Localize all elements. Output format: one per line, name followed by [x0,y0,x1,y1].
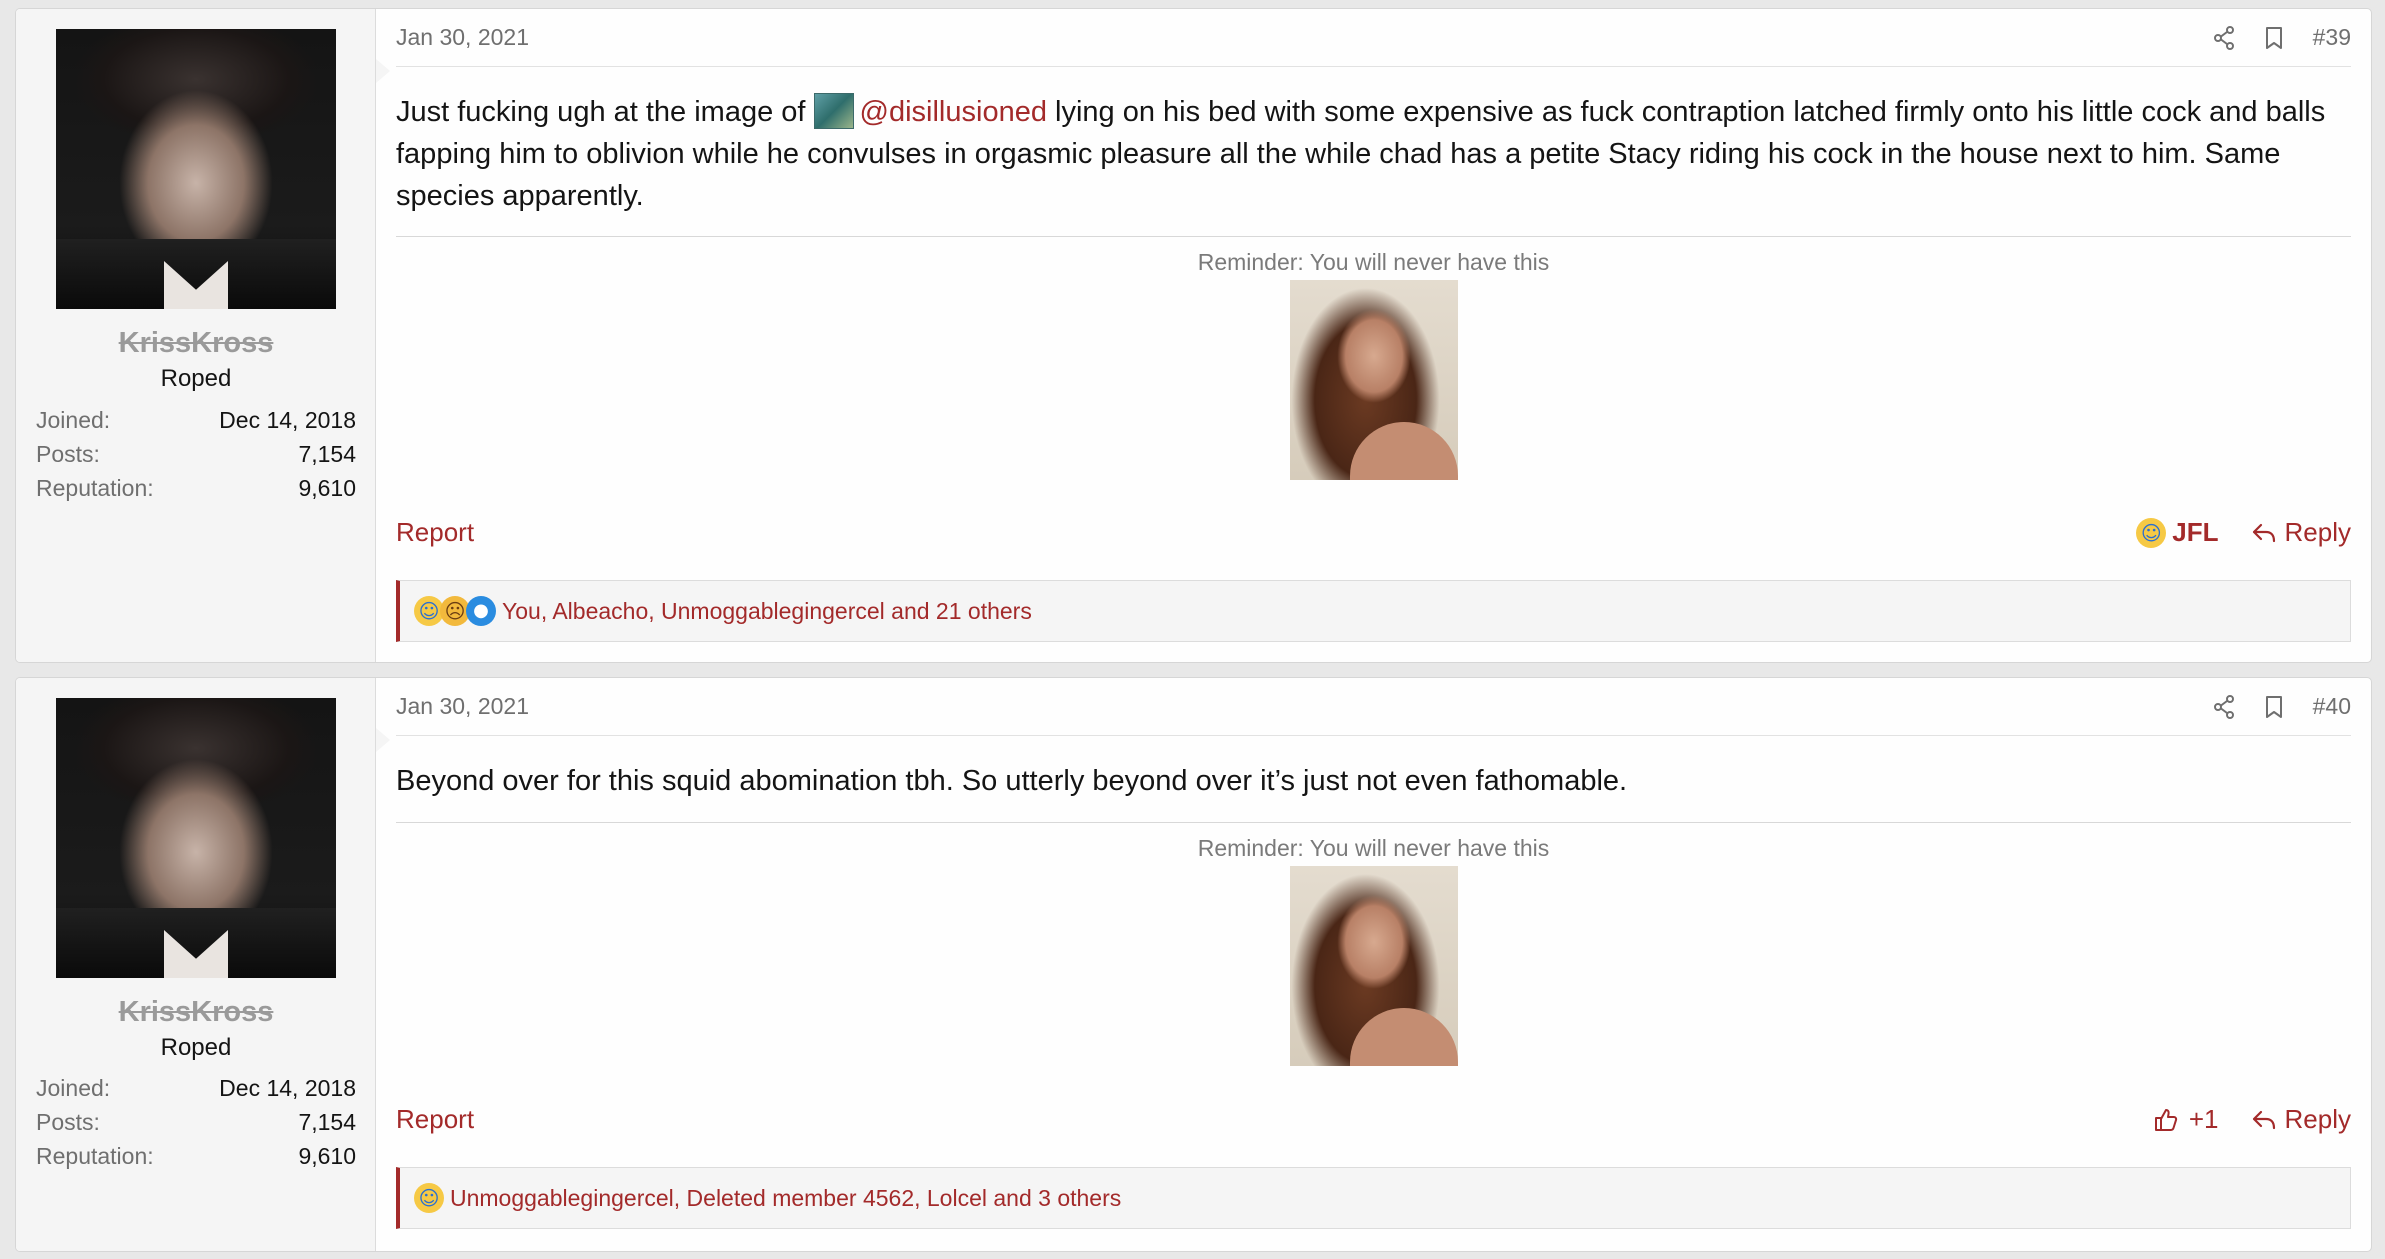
post-main: Jan 30, 2021 #40 Beyond over for this sq… [376,678,2371,1251]
post-39: KrissKross Roped Joined: Dec 14, 2018 Po… [15,8,2372,663]
stat-label: Reputation: [36,475,154,501]
reaction-label: +1 [2188,1104,2219,1134]
stat-value: 7,154 [298,1109,356,1135]
post-number[interactable]: #40 [2313,693,2351,720]
thumbs-up-icon [2154,1108,2177,1131]
stat-value: Dec 14, 2018 [219,1075,356,1101]
laughing-emoji-icon: ☺ [2136,517,2167,548]
signature-image [1289,866,1458,1066]
stat-joined: Joined: Dec 14, 2018 [36,1075,356,1102]
stat-posts: Posts: 7,154 [36,441,356,468]
post-date[interactable]: Jan 30, 2021 [396,24,529,51]
stat-label: Reputation: [36,1143,154,1169]
stat-label: Joined: [36,1075,111,1101]
signature: Reminder: You will never have this [396,822,2351,1066]
post-meta: Jan 30, 2021 #40 [396,678,2351,736]
bookmark-icon[interactable] [2265,695,2283,719]
reaction-label: JFL [2172,517,2219,547]
stat-reputation: Reputation: 9,610 [36,1143,356,1170]
crying-emoji-icon: ● [466,596,496,626]
user-avatar[interactable] [56,29,336,309]
signature-image [1289,280,1458,480]
post-actions: Report ☺ JFL Reply [396,517,2351,548]
username[interactable]: KrissKross [16,996,376,1029]
mention-avatar [813,93,854,129]
user-cell: KrissKross Roped Joined: Dec 14, 2018 Po… [16,9,376,662]
stat-value: 9,610 [298,475,356,501]
user-cell: KrissKross Roped Joined: Dec 14, 2018 Po… [16,678,376,1251]
username[interactable]: KrissKross [16,327,376,360]
post-actions: Report +1 Reply [396,1104,2351,1135]
post-date[interactable]: Jan 30, 2021 [396,693,529,720]
reaction-button[interactable]: ☺ JFL [2136,517,2219,548]
user-title: Roped [160,1034,232,1061]
stat-reputation: Reputation: 9,610 [36,475,356,502]
reply-icon [2252,1110,2275,1129]
bookmark-icon[interactable] [2265,26,2283,50]
share-icon[interactable] [2213,694,2235,719]
reactions-bar[interactable]: ☺ ☹ ● You, Albeacho, Unmoggablegingercel… [396,580,2351,642]
mention-link[interactable]: @disillusioned [860,96,1047,128]
reactions-summary[interactable]: Unmoggablegingercel, Deleted member 4562… [450,1185,1121,1212]
reply-button[interactable]: Reply [2251,1104,2351,1135]
reply-button[interactable]: Reply [2251,517,2351,548]
user-avatar[interactable] [56,698,336,978]
reply-label: Reply [2284,517,2351,547]
stat-value: 9,610 [298,1143,356,1169]
stat-value: 7,154 [298,441,356,467]
post-text: Just fucking ugh at the image of [396,96,814,128]
reply-icon [2252,523,2275,542]
stat-joined: Joined: Dec 14, 2018 [36,407,356,434]
post-main: Jan 30, 2021 #39 Just fucking ugh at the… [376,9,2371,662]
report-link[interactable]: Report [396,1104,474,1135]
reactions-bar[interactable]: ☺ Unmoggablegingercel, Deleted member 45… [396,1167,2351,1229]
signature-text: Reminder: You will never have this [1197,835,1550,861]
user-title: Roped [160,365,232,392]
post-body: Just fucking ugh at the image of @disill… [396,91,2351,217]
post-40: KrissKross Roped Joined: Dec 14, 2018 Po… [15,677,2372,1252]
post-number[interactable]: #39 [2313,24,2351,51]
signature: Reminder: You will never have this [396,236,2351,480]
share-icon[interactable] [2213,25,2235,50]
post-body: Beyond over for this squid abomination t… [396,765,1628,797]
stat-posts: Posts: 7,154 [36,1109,356,1136]
post-meta: Jan 30, 2021 #39 [396,9,2351,67]
report-link[interactable]: Report [396,517,474,548]
laughing-emoji-icon: ☺ [414,1183,444,1213]
reply-label: Reply [2284,1104,2351,1134]
signature-text: Reminder: You will never have this [1197,249,1550,275]
reactions-summary[interactable]: You, Albeacho, Unmoggablegingercel and 2… [502,598,1032,625]
stat-value: Dec 14, 2018 [219,407,356,433]
stat-label: Posts: [36,1109,100,1135]
stat-label: Posts: [36,441,100,467]
stat-label: Joined: [36,407,111,433]
reaction-button[interactable]: +1 [2153,1104,2219,1135]
